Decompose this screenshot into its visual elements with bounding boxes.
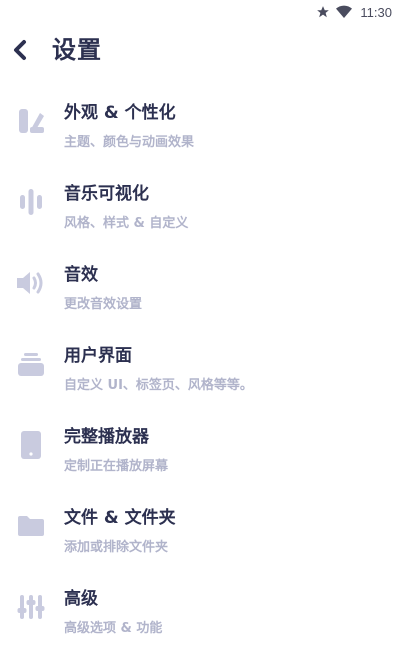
visualizer-icon bbox=[14, 185, 48, 219]
layers-icon bbox=[14, 347, 48, 381]
wifi-icon bbox=[336, 5, 353, 19]
settings-item-title: 外观 & 个性化 bbox=[64, 103, 176, 123]
app-bar: 设置 bbox=[0, 26, 400, 70]
palette-icon bbox=[14, 104, 48, 138]
settings-item-visualizer[interactable]: 音乐可视化 风格、样式 & 自定义 bbox=[0, 161, 400, 242]
settings-item-advanced[interactable]: 高级 高级选项 & 功能 bbox=[0, 566, 400, 647]
settings-item-title: 音效 bbox=[64, 265, 98, 285]
tablet-icon bbox=[14, 428, 48, 462]
back-button[interactable] bbox=[6, 36, 34, 68]
settings-item-subtitle: 风格、样式 & 自定义 bbox=[64, 216, 189, 231]
settings-item-subtitle: 定制正在播放屏幕 bbox=[64, 459, 169, 474]
speaker-icon bbox=[14, 266, 48, 300]
settings-item-subtitle: 高级选项 & 功能 bbox=[64, 621, 163, 636]
settings-item-user-interface[interactable]: 用户界面 自定义 UI、标签页、风格等等。 bbox=[0, 323, 400, 404]
settings-item-subtitle: 添加或排除文件夹 bbox=[64, 540, 169, 555]
settings-item-title: 用户界面 bbox=[64, 346, 132, 366]
page-title: 设置 bbox=[52, 36, 102, 64]
settings-item-subtitle: 更改音效设置 bbox=[64, 297, 143, 312]
settings-item-title: 文件 & 文件夹 bbox=[64, 508, 176, 528]
status-bar: 11:30 bbox=[0, 0, 400, 24]
settings-list: 外观 & 个性化 主题、颜色与动画效果 音乐可视化 风格、样式 & 自定义 音效… bbox=[0, 80, 400, 647]
sliders-icon bbox=[14, 590, 48, 624]
folder-icon bbox=[14, 509, 48, 543]
settings-item-subtitle: 主题、颜色与动画效果 bbox=[64, 135, 195, 150]
star-icon bbox=[316, 5, 330, 19]
settings-item-subtitle: 自定义 UI、标签页、风格等等。 bbox=[64, 378, 253, 393]
settings-item-sound-effects[interactable]: 音效 更改音效设置 bbox=[0, 242, 400, 323]
settings-item-title: 音乐可视化 bbox=[64, 184, 149, 204]
settings-item-appearance[interactable]: 外观 & 个性化 主题、颜色与动画效果 bbox=[0, 80, 400, 161]
settings-item-full-player[interactable]: 完整播放器 定制正在播放屏幕 bbox=[0, 404, 400, 485]
status-time: 11:30 bbox=[360, 4, 392, 20]
chevron-left-icon bbox=[12, 39, 28, 65]
settings-item-title: 完整播放器 bbox=[64, 427, 149, 447]
settings-item-title: 高级 bbox=[64, 589, 98, 609]
settings-item-files-folders[interactable]: 文件 & 文件夹 添加或排除文件夹 bbox=[0, 485, 400, 566]
